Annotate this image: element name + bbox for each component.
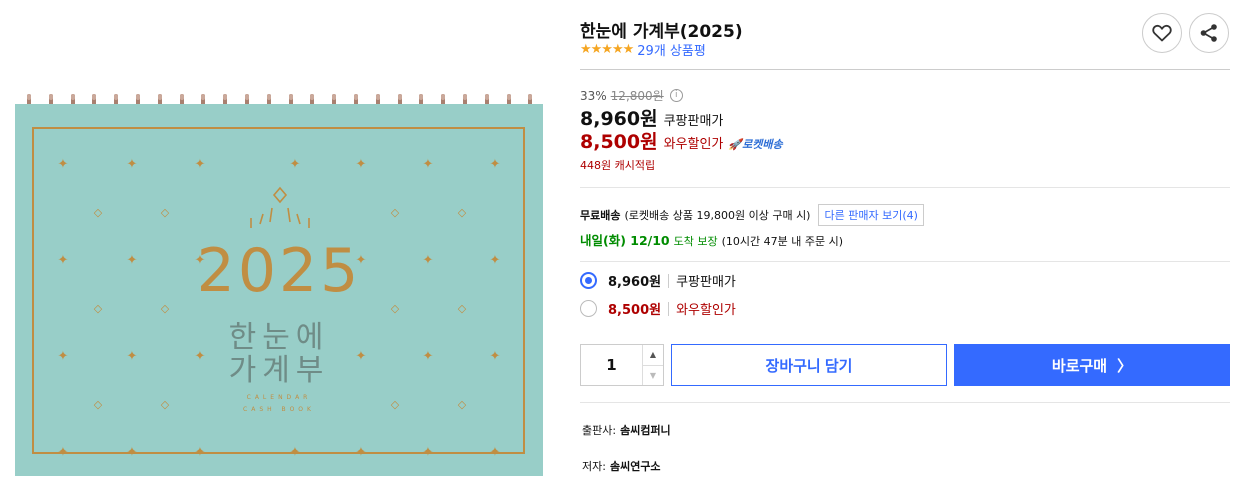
sparkle-icon: ✦ (289, 157, 301, 172)
sparkle-icon: ✦ (489, 445, 501, 460)
product-title: 한눈에 가계부(2025) (580, 22, 743, 42)
shipping-row: 무료배송 (로켓배송 상품 19,800원 이상 구매 시) 다른 판매자 보기… (580, 204, 924, 226)
calendar-subtitle-line2: CASH BOOK (243, 406, 315, 413)
info-icon[interactable]: i (669, 89, 683, 102)
product-image: ✦ ✦ ✦ ✦ ✦ ✦ ✦ ✦ ✦ ✦ ✦ ✦ ✦ ✦ ✦ ✦ ✦ ✦ ✦ ✦ ✦ ✦ ✦ ✦ ✦ ✦ ◇ ◇ ◇ ◇ ◇ ◇ ◇ ◇ ◇ ◇ ◇ ◇ 2… (15, 92, 543, 476)
add-to-cart-label: 장바구니 담기 (765, 357, 853, 375)
crown-ornament (250, 186, 310, 228)
publisher-key: 출판사: (582, 424, 617, 437)
review-count-link[interactable]: 29개 상품평 (637, 40, 706, 59)
cashback-text: 448원 캐시적립 (580, 159, 656, 172)
calendar-cover: ✦ ✦ ✦ ✦ ✦ ✦ ✦ ✦ ✦ ✦ ✦ ✦ ✦ ✦ ✦ ✦ ✦ ✦ ✦ ✦ ✦ ✦ ✦ ✦ ✦ ✦ ◇ ◇ ◇ ◇ ◇ ◇ ◇ ◇ ◇ ◇ ◇ ◇ 2… (15, 104, 543, 476)
buy-now-button[interactable]: 바로구매 〉 (954, 344, 1230, 386)
option-coupang-price[interactable]: 8,960원 쿠팡판매가 (580, 271, 736, 290)
divider (668, 301, 670, 316)
heart-icon (1152, 24, 1172, 42)
product-info: 한눈에 가계부(2025) ★★★★★ 29개 상품평 33% 12,800원 … (580, 0, 1230, 485)
publisher-row: 출판사: 솜씨컴퍼니 (582, 422, 671, 438)
sparkle-icon: ✦ (194, 445, 206, 460)
chevron-right-icon: 〉 (1117, 357, 1133, 375)
option-label: 쿠팡판매가 (676, 275, 736, 290)
diamond-icon: ◇ (93, 206, 103, 219)
sparkle-icon: ✦ (194, 157, 206, 172)
divider (580, 69, 1230, 70)
add-to-cart-button[interactable]: 장바구니 담기 (671, 344, 947, 386)
wow-price: 8,500원 (580, 131, 658, 153)
sparkle-icon: ✦ (126, 445, 138, 460)
wow-price-row: 8,500원 와우할인가 🚀로켓배송 (580, 127, 783, 154)
sparkle-icon: ✦ (489, 157, 501, 172)
divider (668, 273, 670, 288)
discount-row: 33% 12,800원 i (580, 87, 683, 104)
wishlist-button[interactable] (1142, 13, 1182, 53)
sparkle-icon: ✦ (126, 157, 138, 172)
author-key: 저자: (582, 460, 606, 473)
sparkle-icon: ✦ (57, 445, 69, 460)
option-price: 8,500원 (608, 303, 662, 318)
diamond-icon: ◇ (160, 206, 170, 219)
sparkle-icon: ✦ (355, 445, 367, 460)
diamond-icon: ◇ (390, 206, 400, 219)
wow-price-label: 와우할인가 (663, 137, 724, 152)
option-label: 와우할인가 (676, 303, 736, 318)
shipping-condition: (로켓배송 상품 19,800원 이상 구매 시) (624, 209, 811, 222)
sparkle-icon: ✦ (289, 445, 301, 460)
divider (580, 402, 1230, 403)
publisher-value: 솜씨컴퍼니 (620, 424, 671, 437)
calendar-title-line2: 가계부 (228, 353, 330, 388)
divider (580, 187, 1230, 188)
rating[interactable]: ★★★★★ 29개 상품평 (580, 40, 706, 59)
arrival-row: 내일(화) 12/10 도착 보장 (10시간 47분 내 주문 시) (580, 230, 843, 249)
author-row: 저자: 솜씨연구소 (582, 458, 661, 474)
quantity-up-icon[interactable]: ▲ (643, 345, 663, 366)
original-price: 12,800원 (610, 89, 664, 103)
quantity-input[interactable] (581, 345, 642, 385)
radio-button-selected[interactable] (580, 272, 597, 289)
share-icon (1200, 24, 1217, 42)
arrival-note: (10시간 47분 내 주문 시) (721, 235, 844, 248)
divider (580, 261, 1230, 262)
sparkle-icon: ✦ (422, 157, 434, 172)
calendar-subtitle-line1: CALENDAR (246, 394, 312, 401)
arrival-guarantee: 도착 보장 (673, 235, 718, 248)
diamond-icon: ◇ (457, 206, 467, 219)
star-rating-icon: ★★★★★ (580, 42, 634, 57)
share-button[interactable] (1189, 13, 1229, 53)
quantity-down-icon[interactable]: ▼ (643, 366, 663, 386)
quantity-arrows: ▲ ▼ (642, 345, 663, 385)
option-wow-price[interactable]: 8,500원 와우할인가 (580, 299, 736, 318)
other-sellers-button[interactable]: 다른 판매자 보기(4) (818, 204, 924, 226)
quantity-stepper: ▲ ▼ (580, 344, 664, 386)
sparkle-icon: ✦ (355, 157, 367, 172)
buy-now-label: 바로구매 (1051, 357, 1108, 375)
sparkle-icon: ✦ (422, 445, 434, 460)
radio-button[interactable] (580, 300, 597, 317)
rocket-delivery-badge: 🚀로켓배송 (728, 138, 783, 151)
discount-rate: 33% (580, 88, 607, 103)
arrival-date: 내일(화) 12/10 (580, 233, 670, 248)
option-price: 8,960원 (608, 275, 662, 290)
sparkle-icon: ✦ (57, 157, 69, 172)
free-shipping-label: 무료배송 (580, 209, 621, 222)
calendar-year: 2025 (196, 236, 362, 306)
author-value: 솜씨연구소 (609, 460, 661, 473)
